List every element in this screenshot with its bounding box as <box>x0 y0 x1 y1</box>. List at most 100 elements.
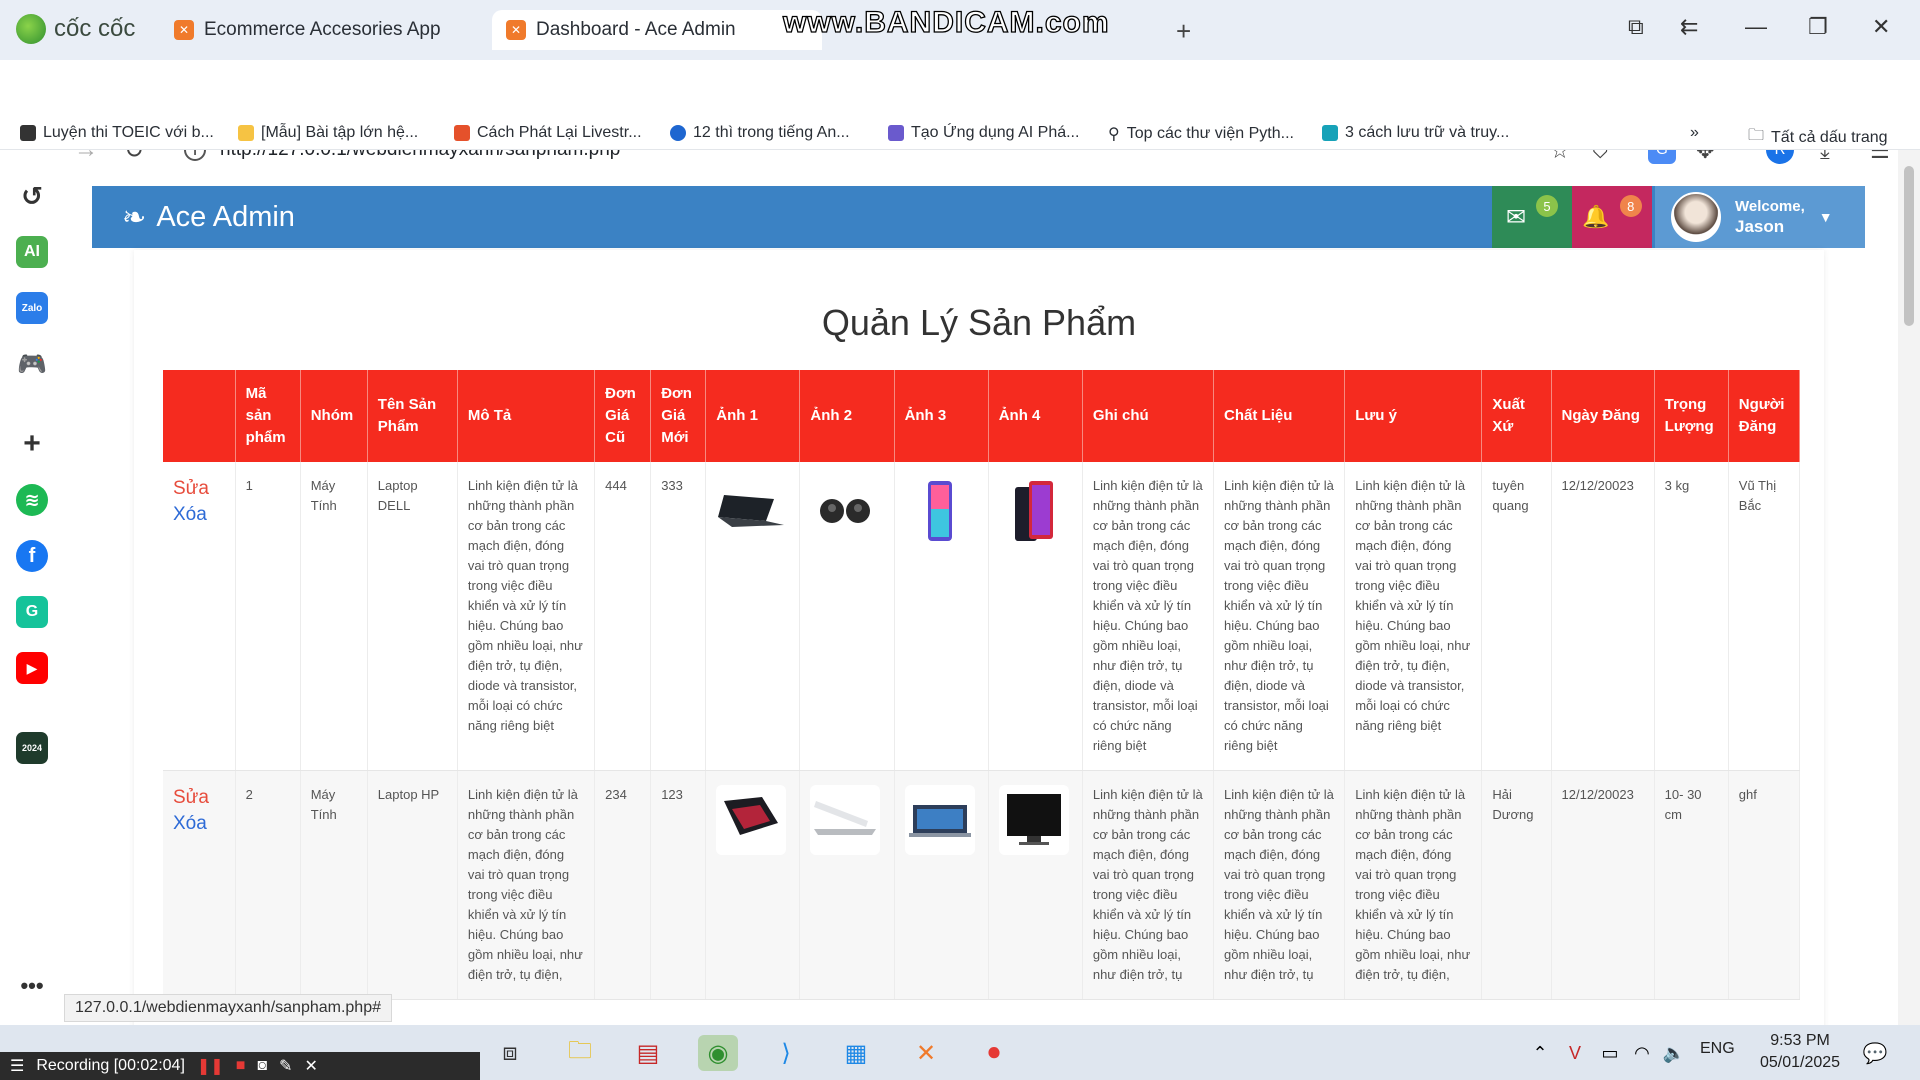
caret-down-icon: ▼ <box>1818 209 1833 225</box>
column-header: Lưu ý <box>1344 370 1483 462</box>
bookmark-item[interactable]: 3 cách lưu trữ và truy... <box>1322 124 1509 142</box>
bell-icon: 🔔 <box>1582 204 1610 229</box>
cell-image-2 <box>799 770 895 1000</box>
row-actions: Sửa Xóa <box>163 770 236 1000</box>
zalo-icon[interactable]: Zalo <box>16 292 48 324</box>
tab-search-icon[interactable]: ⧉ <box>1628 14 1644 40</box>
bookmark-label: Luyện thi TOEIC với b... <box>43 124 214 141</box>
table-header-row: Mã sản phẩm Nhóm Tên Sản Phẩm Mô Tả Đơn … <box>163 370 1801 462</box>
bookmark-item[interactable]: Cách Phát Lại Livestr... <box>454 124 642 142</box>
edit-link[interactable]: Sửa <box>173 785 225 811</box>
start-icon[interactable]: ☰ <box>10 1056 24 1076</box>
recording-bar: ☰ Recording [00:02:04] ❚❚ ■ ◙ ✎ ✕ <box>0 1052 480 1080</box>
notification-center-icon[interactable]: 💬 <box>1855 1035 1895 1071</box>
restore-button[interactable]: ❐ <box>1808 14 1828 40</box>
notifications-badge: 8 <box>1619 195 1642 217</box>
task-view-icon[interactable]: ⧈ <box>490 1035 530 1071</box>
game-icon[interactable]: 🎮 <box>16 348 48 380</box>
messages-badge: 5 <box>1536 195 1559 217</box>
cell-material: Linh kiện điện tử là những thành phần cơ… <box>1213 462 1346 771</box>
taskbar-clock[interactable]: 9:53 PM 05/01/2025 <box>1760 1030 1840 1074</box>
edit-link[interactable]: Sửa <box>173 476 225 502</box>
cell-description: Linh kiện điện tử là những thành phần cơ… <box>457 770 596 1000</box>
bookmark-favicon-icon <box>454 125 470 141</box>
youtube-icon[interactable]: ▶ <box>16 652 48 684</box>
cell-note: Linh kiện điện tử là những thành phần cơ… <box>1082 770 1215 1000</box>
camera-icon[interactable]: ◙ <box>257 1057 267 1075</box>
column-header: Nhóm <box>300 370 368 462</box>
close-recording-icon[interactable]: ✕ <box>304 1056 317 1076</box>
tab-ecommerce[interactable]: ✕ Ecommerce Accesories App <box>160 10 455 50</box>
bookmark-item[interactable]: ⚲ Top các thư viện Pyth... <box>1108 124 1294 144</box>
cell-weight: 3 kg <box>1654 462 1729 771</box>
volume-icon[interactable]: 🔈 <box>1654 1035 1694 1071</box>
language-indicator[interactable]: ENG <box>1700 1040 1735 1058</box>
vscode-icon[interactable]: ⟩ <box>766 1035 806 1071</box>
tab-label: Dashboard - Ace Admin <box>536 19 736 40</box>
xampp-taskbar-icon[interactable]: ✕ <box>906 1035 946 1071</box>
tab-dashboard[interactable]: ✕ Dashboard - Ace Admin <box>492 10 822 50</box>
cell-material: Linh kiện điện tử là những thành phần cơ… <box>1213 770 1346 1000</box>
cell-name: Laptop HP <box>367 770 458 1000</box>
store-icon[interactable]: ▦ <box>836 1035 876 1071</box>
back-history-icon[interactable]: ⇇ <box>1680 14 1698 40</box>
ai-icon[interactable]: AI <box>16 236 48 268</box>
column-header: Người Đăng <box>1728 370 1801 462</box>
bookmark-item[interactable]: Tạo Ứng dụng AI Phá... <box>888 124 1079 142</box>
facebook-icon[interactable]: f <box>16 540 48 572</box>
column-header: Trọng Lượng <box>1654 370 1729 462</box>
spotify-icon[interactable]: ≋ <box>16 484 48 516</box>
column-header: Chất Liệu <box>1213 370 1346 462</box>
close-window-button[interactable]: ✕ <box>1872 14 1890 40</box>
bookmark-label: 12 thì trong tiếng An... <box>693 124 850 141</box>
messages-button[interactable]: ✉ 5 <box>1492 186 1572 248</box>
column-header: Ảnh 3 <box>894 370 989 462</box>
tray-v-icon[interactable]: V <box>1555 1035 1595 1071</box>
status-url-tooltip: 127.0.0.1/webdienmayxanh/sanpham.php# <box>64 994 392 1022</box>
cell-origin: Hải Dương <box>1481 770 1552 1000</box>
cell-old-price: 234 <box>594 770 652 1000</box>
add-icon[interactable]: + <box>16 427 48 460</box>
admin-brand[interactable]: ❧ Ace Admin <box>122 200 295 235</box>
file-explorer-icon[interactable]: 🗀 <box>560 1035 600 1071</box>
cell-origin: tuyên quang <box>1481 462 1552 771</box>
cell-caution: Linh kiện điện tử là những thành phần cơ… <box>1344 770 1483 1000</box>
products-table: Mã sản phẩm Nhóm Tên Sản Phẩm Mô Tả Đơn … <box>163 370 1801 1000</box>
coccoc-taskbar-icon[interactable]: ◉ <box>698 1035 738 1071</box>
bookmarks-overflow-icon[interactable]: » <box>1690 124 1699 142</box>
bookmark-item[interactable]: 12 thì trong tiếng An... <box>670 124 850 142</box>
pause-icon[interactable]: ❚❚ <box>197 1056 224 1076</box>
column-header: Ghi chú <box>1082 370 1215 462</box>
cell-id: 1 <box>235 462 301 771</box>
history-icon[interactable]: ↺ <box>16 180 48 212</box>
coccoc-logo-icon <box>16 14 46 44</box>
folder-icon: 🗀 <box>1748 127 1765 144</box>
user-menu[interactable]: Welcome, Jason ▼ <box>1655 186 1865 248</box>
bookmark-item[interactable]: [Mẫu] Bài tập lớn hệ... <box>238 124 418 142</box>
app-red-icon[interactable]: ▤ <box>628 1035 668 1071</box>
tray-chevron-icon[interactable]: ⌃ <box>1520 1035 1560 1071</box>
earbuds-icon <box>810 476 881 546</box>
notifications-button[interactable]: 🔔 8 <box>1572 186 1652 248</box>
year-2024-icon[interactable]: 2024 <box>16 732 48 764</box>
bookmark-item[interactable]: Luyện thi TOEIC với b... <box>20 124 214 142</box>
pen-icon[interactable]: ✎ <box>279 1056 292 1076</box>
all-bookmarks-folder[interactable]: 🗀 Tất cả dấu trang <box>1748 124 1888 151</box>
stop-icon[interactable]: ■ <box>236 1057 246 1075</box>
vertical-scrollbar[interactable] <box>1898 150 1920 1025</box>
scrollbar-thumb[interactable] <box>1904 166 1914 326</box>
table-row: Sửa Xóa 1 Máy Tính Laptop DELL Linh kiện… <box>163 462 1801 771</box>
new-tab-button[interactable]: + <box>1176 16 1191 47</box>
record-icon[interactable]: ⏺ <box>974 1035 1014 1071</box>
bookmark-favicon-icon <box>238 125 254 141</box>
column-header: Ngày Đăng <box>1551 370 1655 462</box>
grammarly-icon[interactable]: G <box>16 596 48 628</box>
delete-link[interactable]: Xóa <box>173 811 225 837</box>
more-icon[interactable]: ••• <box>16 970 48 1002</box>
phone-colorful-icon <box>904 476 975 546</box>
minimize-button[interactable]: — <box>1745 14 1767 40</box>
browser-brand[interactable]: cốc cốc <box>16 14 135 44</box>
bookmark-label: Top các thư viện Pyth... <box>1126 125 1294 142</box>
row-actions: Sửa Xóa <box>163 462 236 771</box>
delete-link[interactable]: Xóa <box>173 502 225 528</box>
